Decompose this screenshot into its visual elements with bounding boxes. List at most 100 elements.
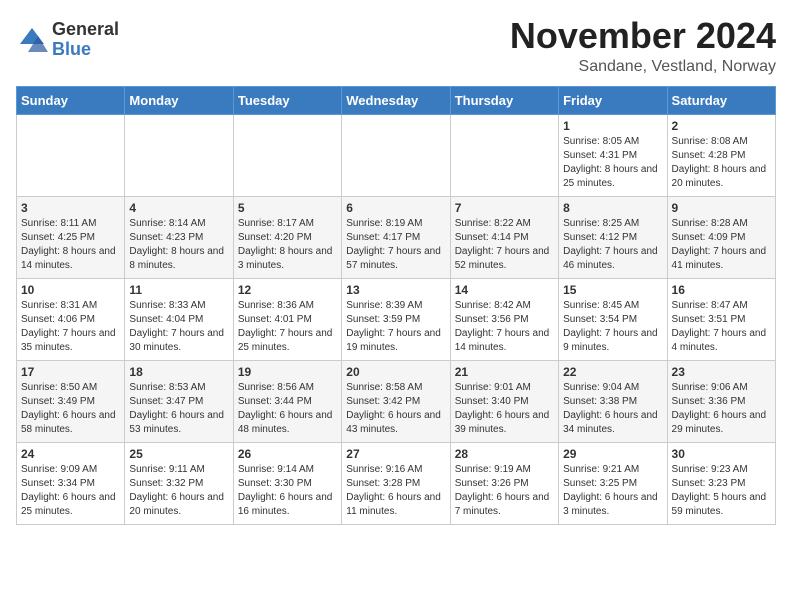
- calendar-week-3: 17 Sunrise: 8:50 AM Sunset: 3:49 PM Dayli…: [17, 360, 776, 442]
- cell-content: Sunrise: 8:42 AM Sunset: 3:56 PM Dayligh…: [455, 299, 554, 355]
- cell-content: Sunrise: 8:39 AM Sunset: 3:59 PM Dayligh…: [346, 299, 445, 355]
- page: General Blue November 2024 Sandane, Vest…: [0, 0, 792, 541]
- day-number: 1: [563, 119, 662, 133]
- header-sunday: Sunday: [17, 86, 125, 114]
- calendar-cell: 27 Sunrise: 9:16 AM Sunset: 3:28 PM Dayli…: [342, 442, 450, 524]
- calendar-cell: 25Sunrise: 9:11 AM Sunset: 3:32 PM Dayli…: [125, 442, 233, 524]
- cell-content: Sunrise: 9:23 AM Sunset: 3:23 PM Dayligh…: [672, 463, 771, 519]
- day-number: 12: [238, 283, 337, 297]
- day-number: 29: [563, 447, 662, 461]
- title-area: November 2024 Sandane, Vestland, Norway: [510, 16, 776, 76]
- calendar-cell: [125, 114, 233, 196]
- cell-content: Sunrise: 9:21 AM Sunset: 3:25 PM Dayligh…: [563, 463, 662, 519]
- logo-text: General Blue: [52, 20, 119, 60]
- calendar-cell: 16Sunrise: 8:47 AM Sunset: 3:51 PM Dayli…: [667, 278, 775, 360]
- day-number: 2: [672, 119, 771, 133]
- day-number: 17: [21, 365, 120, 379]
- day-number: 6: [346, 201, 445, 215]
- day-number: 26: [238, 447, 337, 461]
- calendar-cell: 10 Sunrise: 8:31 AM Sunset: 4:06 PM Dayli…: [17, 278, 125, 360]
- calendar-week-4: 24 Sunrise: 9:09 AM Sunset: 3:34 PM Dayli…: [17, 442, 776, 524]
- calendar-cell: 1 Sunrise: 8:05 AM Sunset: 4:31 PM Daylig…: [559, 114, 667, 196]
- day-number: 18: [129, 365, 228, 379]
- header-friday: Friday: [559, 86, 667, 114]
- cell-content: Sunrise: 9:09 AM Sunset: 3:34 PM Dayligh…: [21, 463, 120, 519]
- day-number: 28: [455, 447, 554, 461]
- day-number: 20: [346, 365, 445, 379]
- day-number: 25: [129, 447, 228, 461]
- logo-general-text: General: [52, 20, 119, 40]
- day-number: 10: [21, 283, 120, 297]
- calendar-cell: 22Sunrise: 9:04 AM Sunset: 3:38 PM Dayli…: [559, 360, 667, 442]
- calendar-table: Sunday Monday Tuesday Wednesday Thursday…: [16, 86, 776, 525]
- header: General Blue November 2024 Sandane, Vest…: [16, 16, 776, 76]
- cell-content: Sunrise: 8:31 AM Sunset: 4:06 PM Dayligh…: [21, 299, 120, 355]
- day-number: 8: [563, 201, 662, 215]
- logo-icon: [16, 24, 48, 56]
- cell-content: Sunrise: 8:14 AM Sunset: 4:23 PM Dayligh…: [129, 217, 228, 273]
- calendar-cell: 15Sunrise: 8:45 AM Sunset: 3:54 PM Dayli…: [559, 278, 667, 360]
- calendar-cell: 7 Sunrise: 8:22 AM Sunset: 4:14 PM Daylig…: [450, 196, 558, 278]
- day-number: 7: [455, 201, 554, 215]
- header-tuesday: Tuesday: [233, 86, 341, 114]
- calendar-cell: 30 Sunrise: 9:23 AM Sunset: 3:23 PM Dayli…: [667, 442, 775, 524]
- calendar-cell: 21 Sunrise: 9:01 AM Sunset: 3:40 PM Dayli…: [450, 360, 558, 442]
- calendar-cell: [450, 114, 558, 196]
- day-number: 3: [21, 201, 120, 215]
- header-monday: Monday: [125, 86, 233, 114]
- day-number: 27: [346, 447, 445, 461]
- day-number: 24: [21, 447, 120, 461]
- cell-content: Sunrise: 8:19 AM Sunset: 4:17 PM Dayligh…: [346, 217, 445, 273]
- calendar-cell: 4 Sunrise: 8:14 AM Sunset: 4:23 PM Daylig…: [125, 196, 233, 278]
- calendar-cell: [342, 114, 450, 196]
- logo-blue-text: Blue: [52, 40, 119, 60]
- day-number: 23: [672, 365, 771, 379]
- cell-content: Sunrise: 9:16 AM Sunset: 3:28 PM Dayligh…: [346, 463, 445, 519]
- day-number: 9: [672, 201, 771, 215]
- cell-content: Sunrise: 8:50 AM Sunset: 3:49 PM Dayligh…: [21, 381, 120, 437]
- cell-content: Sunrise: 8:08 AM Sunset: 4:28 PM Dayligh…: [672, 135, 771, 191]
- cell-content: Sunrise: 9:04 AM Sunset: 3:38 PM Dayligh…: [563, 381, 662, 437]
- cell-content: Sunrise: 9:06 AM Sunset: 3:36 PM Dayligh…: [672, 381, 771, 437]
- calendar-cell: 12 Sunrise: 8:36 AM Sunset: 4:01 PM Dayli…: [233, 278, 341, 360]
- calendar-cell: 20Sunrise: 8:58 AM Sunset: 3:42 PM Dayli…: [342, 360, 450, 442]
- calendar-header-row: Sunday Monday Tuesday Wednesday Thursday…: [17, 86, 776, 114]
- day-number: 13: [346, 283, 445, 297]
- cell-content: Sunrise: 8:05 AM Sunset: 4:31 PM Dayligh…: [563, 135, 662, 191]
- header-saturday: Saturday: [667, 86, 775, 114]
- cell-content: Sunrise: 8:36 AM Sunset: 4:01 PM Dayligh…: [238, 299, 337, 355]
- cell-content: Sunrise: 8:53 AM Sunset: 3:47 PM Dayligh…: [129, 381, 228, 437]
- cell-content: Sunrise: 9:01 AM Sunset: 3:40 PM Dayligh…: [455, 381, 554, 437]
- cell-content: Sunrise: 9:19 AM Sunset: 3:26 PM Dayligh…: [455, 463, 554, 519]
- day-number: 4: [129, 201, 228, 215]
- calendar-cell: [17, 114, 125, 196]
- cell-content: Sunrise: 8:33 AM Sunset: 4:04 PM Dayligh…: [129, 299, 228, 355]
- calendar-week-2: 10 Sunrise: 8:31 AM Sunset: 4:06 PM Dayli…: [17, 278, 776, 360]
- calendar-week-0: 1 Sunrise: 8:05 AM Sunset: 4:31 PM Daylig…: [17, 114, 776, 196]
- day-number: 14: [455, 283, 554, 297]
- calendar-cell: [233, 114, 341, 196]
- cell-content: Sunrise: 8:25 AM Sunset: 4:12 PM Dayligh…: [563, 217, 662, 273]
- cell-content: Sunrise: 8:56 AM Sunset: 3:44 PM Dayligh…: [238, 381, 337, 437]
- cell-content: Sunrise: 8:45 AM Sunset: 3:54 PM Dayligh…: [563, 299, 662, 355]
- day-number: 30: [672, 447, 771, 461]
- cell-content: Sunrise: 8:22 AM Sunset: 4:14 PM Dayligh…: [455, 217, 554, 273]
- logo: General Blue: [16, 20, 119, 60]
- calendar-cell: 17 Sunrise: 8:50 AM Sunset: 3:49 PM Dayli…: [17, 360, 125, 442]
- cell-content: Sunrise: 8:11 AM Sunset: 4:25 PM Dayligh…: [21, 217, 120, 273]
- month-title: November 2024: [510, 16, 776, 56]
- calendar-cell: 28 Sunrise: 9:19 AM Sunset: 3:26 PM Dayli…: [450, 442, 558, 524]
- calendar-cell: 2 Sunrise: 8:08 AM Sunset: 4:28 PM Daylig…: [667, 114, 775, 196]
- header-wednesday: Wednesday: [342, 86, 450, 114]
- day-number: 21: [455, 365, 554, 379]
- calendar-cell: 29 Sunrise: 9:21 AM Sunset: 3:25 PM Dayli…: [559, 442, 667, 524]
- calendar-cell: 23 Sunrise: 9:06 AM Sunset: 3:36 PM Dayli…: [667, 360, 775, 442]
- calendar-cell: 14 Sunrise: 8:42 AM Sunset: 3:56 PM Dayli…: [450, 278, 558, 360]
- calendar-cell: 19Sunrise: 8:56 AM Sunset: 3:44 PM Dayli…: [233, 360, 341, 442]
- calendar-week-1: 3 Sunrise: 8:11 AM Sunset: 4:25 PM Daylig…: [17, 196, 776, 278]
- calendar-cell: 9Sunrise: 8:28 AM Sunset: 4:09 PM Daylig…: [667, 196, 775, 278]
- calendar-cell: 8 Sunrise: 8:25 AM Sunset: 4:12 PM Daylig…: [559, 196, 667, 278]
- cell-content: Sunrise: 8:17 AM Sunset: 4:20 PM Dayligh…: [238, 217, 337, 273]
- day-number: 5: [238, 201, 337, 215]
- calendar-cell: 18 Sunrise: 8:53 AM Sunset: 3:47 PM Dayli…: [125, 360, 233, 442]
